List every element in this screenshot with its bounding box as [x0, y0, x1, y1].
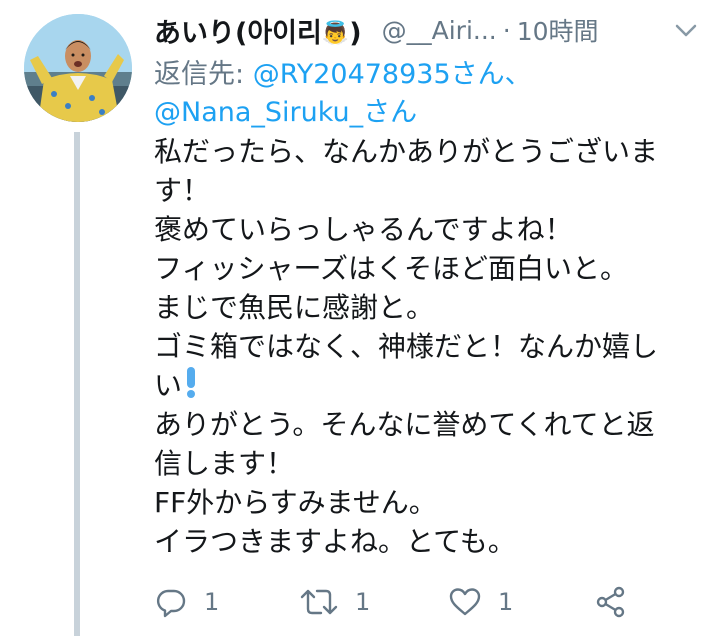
- thread-line: [74, 132, 80, 636]
- share-button[interactable]: [594, 580, 628, 624]
- tweet-text-line: 私だったら、なんかありがとうございま: [154, 135, 659, 168]
- reply-count: 1: [204, 588, 220, 616]
- like-button[interactable]: 1: [448, 580, 513, 624]
- tweet-text-line: ゴミ箱ではなく、神様だと！なんか嬉し: [154, 330, 659, 363]
- like-count: 1: [498, 588, 514, 616]
- share-icon: [596, 586, 625, 618]
- tweet-text: 私だったら、なんかありがとうございま す！ 褒めていらっしゃるんですよね！ フィ…: [154, 132, 710, 561]
- tweet-text-line: 褒めていらっしゃるんですよね！: [154, 213, 573, 246]
- reply-button[interactable]: 1: [154, 580, 219, 624]
- retweet-count: 1: [355, 588, 371, 616]
- tweet-header: あいり(아이리👼) @__Airi... · 10時間: [154, 10, 704, 50]
- reply-to-line: 返信先: @RY20478935さん、 @Nana_Siruku_さん: [154, 56, 704, 132]
- display-name[interactable]: あいり(아이리👼): [154, 11, 362, 50]
- mention-link[interactable]: @RY20478935さん: [253, 59, 505, 90]
- angel-emoji-icon: 👼: [321, 20, 350, 46]
- tweet-text-line: 信します！: [154, 447, 295, 480]
- tweet-text-line: い: [154, 366, 710, 405]
- retweet-icon: [300, 589, 338, 615]
- tweet-text-line: FF外からすみません。: [154, 486, 437, 519]
- reply-to-label: 返信先:: [154, 59, 253, 90]
- chevron-down-icon[interactable]: [672, 16, 700, 44]
- avatar-photo: [24, 14, 132, 122]
- tweet-text-line: まじで魚民に感謝と。: [154, 291, 435, 324]
- avatar[interactable]: [24, 14, 132, 122]
- exclamation-emoji-icon: [186, 367, 196, 398]
- tweet-text-line: フィッシャーズはくそほど面白いと。: [154, 252, 629, 285]
- separator-dot: ·: [502, 15, 511, 45]
- retweet-button[interactable]: 1: [299, 580, 370, 624]
- reply-icon: [156, 589, 186, 618]
- timestamp[interactable]: 10時間: [517, 12, 599, 48]
- heart-icon: [449, 588, 481, 616]
- tweet-text-line: す！: [154, 174, 211, 207]
- tweet-text-line: イラつきますよね。とても。: [154, 525, 516, 558]
- tweet-text-line: ありがとう。そんなに誉めてくれてと返: [154, 408, 655, 441]
- tweet-actions: 1 1 1: [154, 580, 644, 624]
- user-handle[interactable]: @__Airi...: [382, 16, 497, 45]
- mention-separator: 、: [504, 59, 532, 90]
- mention-link[interactable]: @Nana_Siruku_さん: [154, 97, 417, 128]
